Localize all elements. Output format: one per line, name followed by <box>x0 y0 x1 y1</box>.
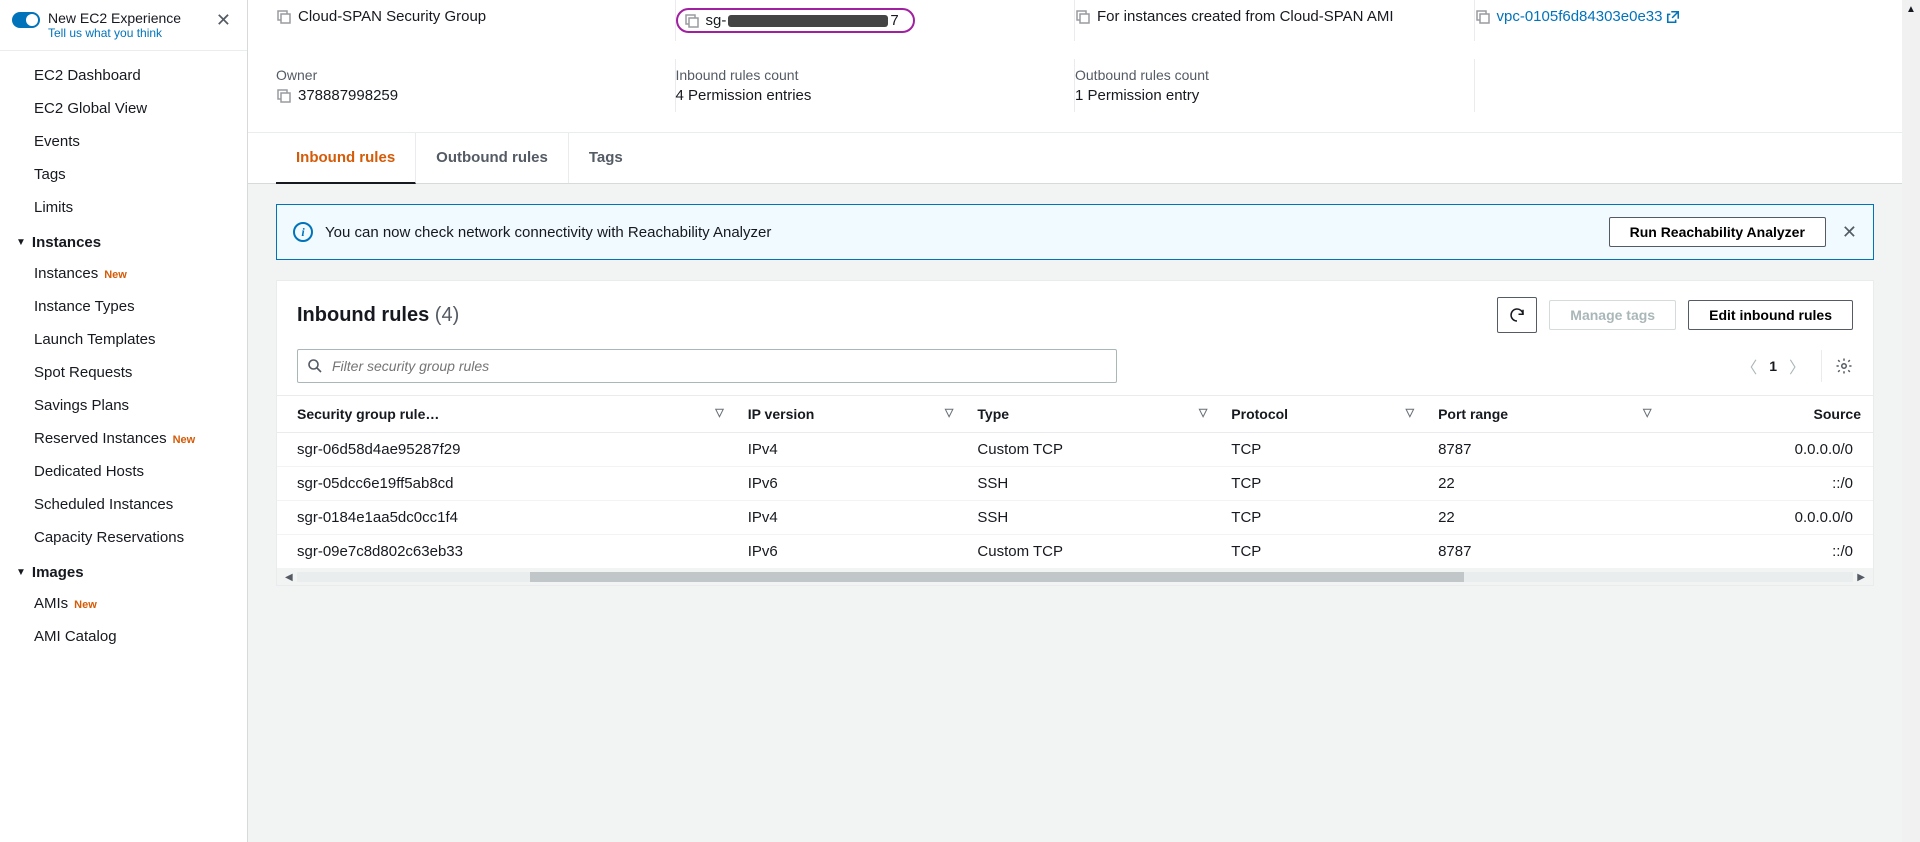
copy-icon[interactable] <box>276 9 292 25</box>
copy-icon[interactable] <box>1075 9 1091 25</box>
copy-icon[interactable] <box>276 88 292 104</box>
inbound-rules-table: Security group rule…▽ IP version▽ Type▽ … <box>277 395 1873 569</box>
sidebar-section-instances[interactable]: ▼Instances <box>0 224 247 257</box>
info-icon: i <box>293 222 313 242</box>
gear-icon <box>1835 357 1853 375</box>
table-row[interactable]: sgr-09e7c8d802c63eb33 IPv6 Custom TCP TC… <box>277 535 1873 569</box>
edit-inbound-rules-button[interactable]: Edit inbound rules <box>1688 300 1853 330</box>
inbound-count-value: 4 Permission entries <box>676 87 1059 104</box>
redacted-sg-id <box>728 15 888 27</box>
sidebar-item-amis[interactable]: AMIsNew <box>0 587 247 620</box>
new-experience-banner: New EC2 Experience Tell us what you thin… <box>0 0 247 51</box>
table-row[interactable]: sgr-0184e1aa5dc0cc1f4 IPv4 SSH TCP 22 0.… <box>277 501 1873 535</box>
settings-button[interactable] <box>1821 350 1853 382</box>
tab-outbound-rules[interactable]: Outbound rules <box>416 133 569 183</box>
page-scrollbar[interactable]: ▲ <box>1902 0 1920 842</box>
col-port-range[interactable]: Port range▽ <box>1426 396 1663 433</box>
col-protocol[interactable]: Protocol▽ <box>1219 396 1426 433</box>
sidebar-item-ec2-dashboard[interactable]: EC2 Dashboard <box>0 59 247 92</box>
table-row[interactable]: sgr-06d58d4ae95287f29 IPv4 Custom TCP TC… <box>277 433 1873 467</box>
sidebar-item-capacity-reservations[interactable]: Capacity Reservations <box>0 521 247 554</box>
sidebar-item-events[interactable]: Events <box>0 125 247 158</box>
sidebar-item-scheduled-instances[interactable]: Scheduled Instances <box>0 488 247 521</box>
prev-page-button[interactable]: 〈 <box>1737 354 1761 378</box>
search-icon <box>307 358 323 374</box>
col-type[interactable]: Type▽ <box>965 396 1219 433</box>
owner-value: 378887998259 <box>298 87 398 104</box>
sidebar-item-launch-templates[interactable]: Launch Templates <box>0 323 247 356</box>
sidebar-item-limits[interactable]: Limits <box>0 191 247 224</box>
outbound-count-label: Outbound rules count <box>1075 67 1458 83</box>
inbound-rules-panel: Inbound rules (4) Manage tags Edit inbou… <box>276 280 1874 586</box>
table-row[interactable]: sgr-05dcc6e19ff5ab8cd IPv6 SSH TCP 22 ::… <box>277 467 1873 501</box>
sidebar-item-tags[interactable]: Tags <box>0 158 247 191</box>
refresh-button[interactable] <box>1497 297 1537 333</box>
outbound-count-value: 1 Permission entry <box>1075 87 1458 104</box>
security-group-description: For instances created from Cloud-SPAN AM… <box>1097 8 1394 25</box>
page-number: 1 <box>1769 358 1777 374</box>
sidebar-item-spot-requests[interactable]: Spot Requests <box>0 356 247 389</box>
tabs: Inbound rules Outbound rules Tags <box>248 133 1902 184</box>
manage-tags-button[interactable]: Manage tags <box>1549 300 1676 330</box>
sidebar-section-images[interactable]: ▼Images <box>0 554 247 587</box>
filter-rules-input[interactable] <box>297 349 1117 383</box>
close-icon[interactable]: ✕ <box>212 10 235 31</box>
sidebar-item-instance-types[interactable]: Instance Types <box>0 290 247 323</box>
vpc-link[interactable]: vpc-0105f6d84303e0e33 <box>1497 8 1681 25</box>
sidebar: New EC2 Experience Tell us what you thin… <box>0 0 248 842</box>
main-content: Cloud-SPAN Security Group sg-7 <box>248 0 1902 842</box>
security-group-id-highlight: sg-7 <box>676 8 915 33</box>
tab-tags[interactable]: Tags <box>569 133 643 183</box>
copy-icon[interactable] <box>684 13 700 29</box>
col-rule-id[interactable]: Security group rule…▽ <box>277 396 736 433</box>
owner-label: Owner <box>276 67 659 83</box>
close-icon[interactable]: ✕ <box>1842 222 1857 243</box>
banner-text: You can now check network connectivity w… <box>325 224 1609 241</box>
refresh-icon <box>1508 306 1526 324</box>
inbound-count-label: Inbound rules count <box>676 67 1059 83</box>
next-page-button[interactable]: 〉 <box>1785 354 1809 378</box>
toggle-new-experience[interactable] <box>12 12 40 28</box>
horizontal-scrollbar[interactable]: ◀ ▶ <box>277 569 1873 585</box>
copy-icon[interactable] <box>1475 9 1491 25</box>
sidebar-item-instances[interactable]: InstancesNew <box>0 257 247 290</box>
sidebar-item-dedicated-hosts[interactable]: Dedicated Hosts <box>0 455 247 488</box>
pagination: 〈 1 〉 <box>1737 350 1853 382</box>
new-experience-title: New EC2 Experience <box>48 10 212 26</box>
col-ip-version[interactable]: IP version▽ <box>736 396 966 433</box>
sidebar-item-ami-catalog[interactable]: AMI Catalog <box>0 620 247 653</box>
tab-inbound-rules[interactable]: Inbound rules <box>276 133 416 184</box>
inbound-rules-title: Inbound rules (4) <box>297 304 1497 327</box>
sidebar-item-reserved-instances[interactable]: Reserved InstancesNew <box>0 422 247 455</box>
security-group-name: Cloud-SPAN Security Group <box>298 8 486 25</box>
run-reachability-button[interactable]: Run Reachability Analyzer <box>1609 217 1826 247</box>
new-experience-feedback-link[interactable]: Tell us what you think <box>48 26 212 40</box>
col-source[interactable]: Source <box>1664 396 1873 433</box>
reachability-banner: i You can now check network connectivity… <box>276 204 1874 260</box>
sidebar-item-ec2-global-view[interactable]: EC2 Global View <box>0 92 247 125</box>
sidebar-item-savings-plans[interactable]: Savings Plans <box>0 389 247 422</box>
external-link-icon <box>1666 10 1680 24</box>
